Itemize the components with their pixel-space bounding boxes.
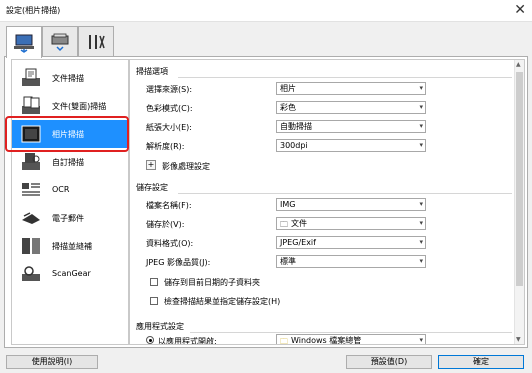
ok-button[interactable]: 確定 <box>438 355 524 369</box>
sidebar: 文件掃描 文件(雙面)掃描 相片掃描 自訂掃描 OCR 電子郵件 掃描並縫補 S… <box>11 59 130 345</box>
scangear-icon <box>22 266 40 281</box>
open-with-app-label: 以應用程式開啟: <box>158 337 217 345</box>
file-name-label: 檔案名稱(F): <box>146 201 192 210</box>
paper-size-value: 自動掃描 <box>280 122 312 131</box>
save-in-select[interactable]: 🗀 文件 ▾ <box>276 217 426 230</box>
source-label: 選擇來源(S): <box>146 85 193 94</box>
chevron-down-icon: ▾ <box>419 141 423 149</box>
sidebar-item-ocr[interactable]: OCR <box>12 176 130 204</box>
settings-frame: 文件掃描 文件(雙面)掃描 相片掃描 自訂掃描 OCR 電子郵件 掃描並縫補 S… <box>4 56 528 348</box>
sidebar-item-label: ScanGear <box>52 269 91 278</box>
data-format-label: 資料格式(O): <box>146 239 194 248</box>
vertical-scrollbar[interactable]: ▲ ▼ <box>514 60 524 344</box>
tab-general-settings[interactable] <box>78 26 114 56</box>
radio-dot <box>149 339 152 342</box>
title-bar: 設定(相片掃描) ✕ <box>0 0 532 22</box>
chevron-down-icon: ▾ <box>419 336 423 344</box>
ocr-icon <box>22 183 40 196</box>
color-mode-value: 彩色 <box>280 103 296 112</box>
source-select[interactable]: 相片 ▾ <box>276 82 426 95</box>
resolution-label: 解析度(R): <box>146 142 185 151</box>
stitch-icon <box>22 238 40 254</box>
app-settings-title: 應用程式設定 <box>136 322 184 331</box>
image-processing-label: 影像處理設定 <box>162 162 210 171</box>
sidebar-item-label: 自訂掃描 <box>52 158 84 167</box>
folder-icon: 🗀 <box>280 337 288 345</box>
app-select[interactable]: 🗀 Windows 檔案總管 ▾ <box>276 334 426 345</box>
photo-scan-icon <box>21 125 41 143</box>
chevron-down-icon: ▾ <box>419 103 423 111</box>
file-name-value: IMG <box>280 200 296 209</box>
chevron-down-icon: ▾ <box>419 122 423 130</box>
settings-content: 掃描選項 選擇來源(S): 相片 ▾ 色彩模式(C): 彩色 ▾ 紙張大小(E): … <box>129 59 525 345</box>
close-icon[interactable]: ✕ <box>514 2 526 18</box>
folder-icon: 🗀 <box>280 220 288 229</box>
help-button[interactable]: 使用說明(I) <box>6 355 98 369</box>
jpeg-quality-select[interactable]: 標準 ▾ <box>276 255 426 268</box>
sidebar-item-custom-scan[interactable]: 自訂掃描 <box>12 148 130 176</box>
scroll-down-icon[interactable]: ▼ <box>516 336 521 343</box>
data-format-select[interactable]: JPEG/Exif ▾ <box>276 236 426 249</box>
color-mode-select[interactable]: 彩色 ▾ <box>276 101 426 114</box>
chevron-down-icon: ▾ <box>419 200 423 208</box>
subfolder-checkbox-label: 儲存到目前日期的子資料夾 <box>164 278 260 287</box>
sidebar-item-label: 相片掃描 <box>52 130 84 139</box>
duplex-scan-icon <box>22 96 40 114</box>
sidebar-item-label: 文件掃描 <box>52 74 84 83</box>
resolution-value: 300dpi <box>280 141 308 150</box>
file-name-input[interactable]: IMG ▾ <box>276 198 426 211</box>
computer-icon <box>14 34 34 53</box>
sidebar-item-email[interactable]: 電子郵件 <box>12 204 130 232</box>
check-results-checkbox-label: 檢查掃描結果並指定儲存設定(H) <box>164 297 281 306</box>
divider <box>178 77 512 78</box>
color-mode-label: 色彩模式(C): <box>146 104 193 113</box>
app-value: Windows 檔案總管 <box>291 336 362 345</box>
sidebar-item-label: 文件(雙面)掃描 <box>52 102 107 111</box>
sidebar-item-duplex-scan[interactable]: 文件(雙面)掃描 <box>12 92 130 120</box>
paper-size-select[interactable]: 自動掃描 ▾ <box>276 120 426 133</box>
jpeg-quality-label: JPEG 影像品質(J): <box>146 258 211 267</box>
document-scan-icon <box>22 68 40 86</box>
sidebar-item-scangear[interactable]: ScanGear <box>12 260 130 288</box>
scanner-icon <box>51 33 69 51</box>
divider <box>178 193 512 194</box>
divider <box>190 332 512 333</box>
check-results-checkbox[interactable] <box>150 297 158 305</box>
sidebar-item-stitch[interactable]: 掃描並縫補 <box>12 232 130 260</box>
source-value: 相片 <box>280 84 296 93</box>
open-with-app-radio[interactable] <box>146 336 154 344</box>
tab-scan-from-computer[interactable] <box>6 26 42 58</box>
sidebar-item-photo-scan[interactable]: 相片掃描 <box>12 120 130 148</box>
paper-size-label: 紙張大小(E): <box>146 123 192 132</box>
scrollbar-thumb[interactable] <box>516 72 523 286</box>
tab-scan-from-panel[interactable] <box>42 26 78 56</box>
save-in-value: 文件 <box>291 219 307 228</box>
data-format-value: JPEG/Exif <box>280 238 316 247</box>
jpeg-quality-value: 標準 <box>280 257 296 266</box>
scan-options-title: 掃描選項 <box>136 67 168 76</box>
sidebar-item-label: OCR <box>52 185 70 194</box>
scroll-up-icon[interactable]: ▲ <box>516 61 521 68</box>
sidebar-item-document-scan[interactable]: 文件掃描 <box>12 64 130 92</box>
chevron-down-icon: ▾ <box>419 238 423 246</box>
sidebar-item-label: 掃描並縫補 <box>52 242 92 251</box>
email-icon <box>22 212 40 224</box>
chevron-down-icon: ▾ <box>419 257 423 265</box>
subfolder-checkbox[interactable] <box>150 278 158 286</box>
sidebar-item-label: 電子郵件 <box>52 214 84 223</box>
save-in-label: 儲存於(V): <box>146 220 185 229</box>
save-settings-title: 儲存設定 <box>136 183 168 192</box>
tools-icon <box>89 34 105 49</box>
chevron-down-icon: ▾ <box>419 84 423 92</box>
window-title: 設定(相片掃描) <box>6 6 61 15</box>
expand-image-processing-button[interactable]: + <box>146 160 156 170</box>
chevron-down-icon: ▾ <box>419 219 423 227</box>
resolution-select[interactable]: 300dpi ▾ <box>276 139 426 152</box>
defaults-button[interactable]: 預設值(D) <box>346 355 432 369</box>
custom-scan-icon <box>22 153 40 170</box>
